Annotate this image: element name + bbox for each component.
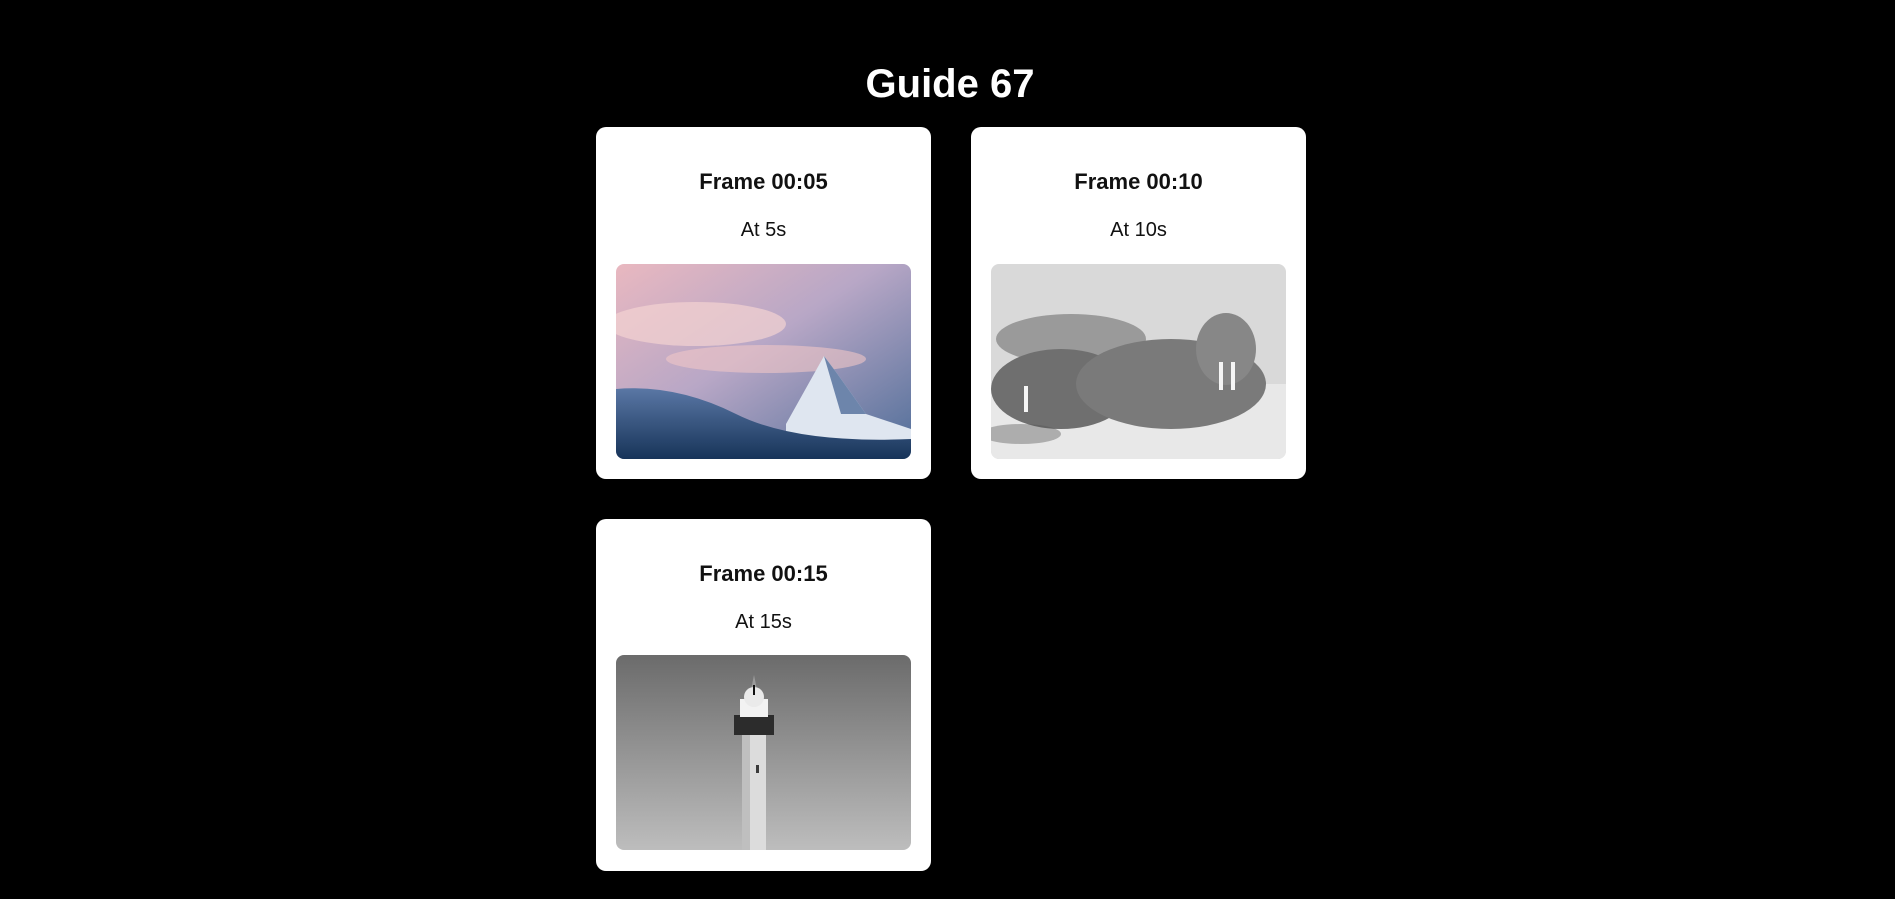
frame-thumbnail-mountain[interactable]: [616, 264, 911, 459]
frame-caption: At 10s: [1110, 219, 1167, 241]
frame-card[interactable]: Frame 00:05 At 5s: [596, 127, 931, 479]
frame-card[interactable]: Frame 00:10 At 10s: [971, 127, 1306, 479]
frame-title: Frame 00:05: [699, 169, 828, 194]
frame-caption: At 15s: [735, 611, 792, 633]
frame-caption: At 5s: [740, 219, 787, 241]
frame-title: Frame 00:10: [1074, 169, 1203, 194]
frame-thumbnail-lighthouse[interactable]: [616, 655, 911, 850]
page-title: Guide 67: [865, 62, 1035, 106]
frame-title: Frame 00:15: [699, 561, 828, 586]
frame-card[interactable]: Frame 00:15 At 15s: [596, 519, 931, 871]
frame-thumbnail-walrus[interactable]: [991, 264, 1286, 459]
